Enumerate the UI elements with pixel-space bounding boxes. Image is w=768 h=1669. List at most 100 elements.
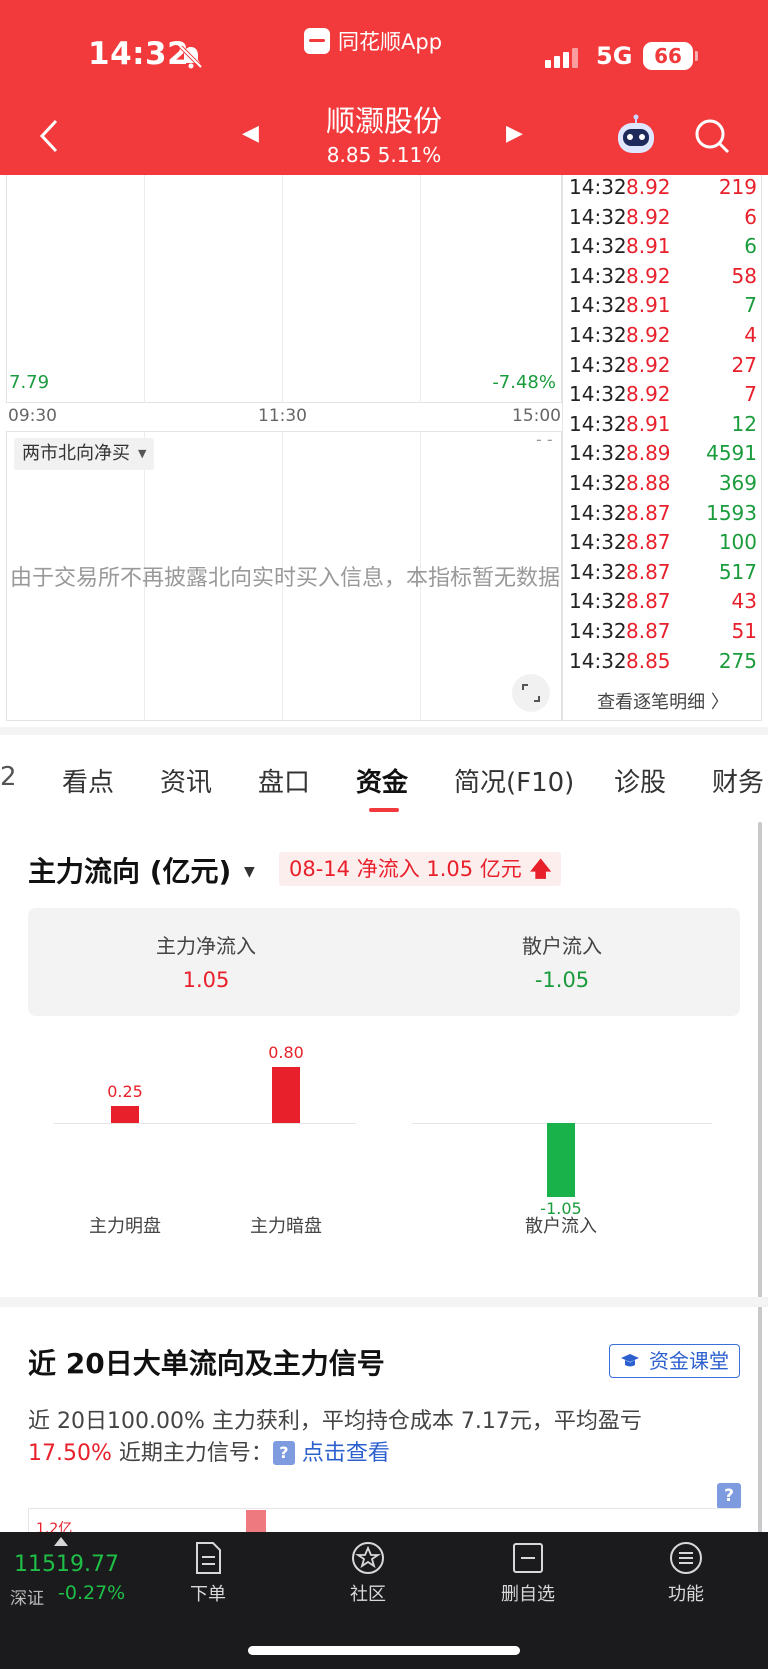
tick-row: 14:32 8.85 275 bbox=[566, 647, 761, 677]
tick-price: 8.87 bbox=[626, 500, 671, 525]
index-value[interactable]: 11519.77 bbox=[14, 1552, 119, 1577]
tick-price: 8.92 bbox=[626, 204, 671, 229]
chevron-down-icon[interactable]: ▼ bbox=[244, 864, 255, 880]
tick-time: 14:32 bbox=[569, 204, 627, 229]
tab-profile[interactable]: 简况(F10) bbox=[454, 762, 574, 799]
tick-volume: 1593 bbox=[706, 500, 757, 525]
bar-category-label: 主力明盘 bbox=[89, 1216, 161, 1237]
tick-time: 14:32 bbox=[569, 263, 627, 288]
tick-price: 8.85 bbox=[626, 648, 671, 673]
price-low-label: 7.79 bbox=[9, 372, 50, 393]
indicator-dropdown[interactable]: 两市北向净买 ▼ bbox=[14, 438, 155, 470]
tick-price: 8.92 bbox=[626, 352, 671, 377]
tick-volume: 4 bbox=[744, 323, 757, 347]
signal-description: 近 20日100.00% 主力获利，平均持仓成本 7.17元，平均盈亏 17.5… bbox=[28, 1409, 642, 1466]
capital-summary: 主力净流入 1.05 散户流入 -1.05 bbox=[28, 908, 740, 1016]
tick-time: 14:32 bbox=[569, 352, 627, 377]
expand-icon[interactable] bbox=[512, 674, 550, 712]
tick-row: 14:32 8.91 6 bbox=[566, 232, 761, 262]
tick-time: 14:32 bbox=[569, 471, 627, 495]
bell-muted-icon bbox=[179, 45, 203, 69]
retail-inflow-value: -1.05 bbox=[534, 968, 590, 992]
back-button[interactable] bbox=[34, 118, 64, 154]
tick-price: 8.91 bbox=[626, 234, 671, 259]
tick-price: 8.87 bbox=[626, 559, 671, 584]
tab-highlights[interactable]: 看点 bbox=[62, 762, 114, 799]
tick-volume: 100 bbox=[718, 530, 757, 555]
app-logo-icon bbox=[304, 28, 330, 54]
stock-title: 顺灏股份 bbox=[325, 104, 442, 138]
no-data-message: 由于交易所不再披露北向实时买入信息，本指标暂无数据 bbox=[10, 566, 561, 591]
divider bbox=[0, 727, 768, 735]
tick-time: 14:32 bbox=[569, 175, 627, 199]
tick-price: 8.91 bbox=[626, 293, 671, 318]
nav-functions[interactable]: 功能 bbox=[636, 1540, 736, 1606]
tab-orderbook[interactable]: 盘口 bbox=[258, 762, 310, 799]
grid-line bbox=[144, 175, 145, 403]
status-time: 14:32 bbox=[88, 36, 190, 72]
time-tick: 15:00 bbox=[512, 406, 561, 426]
tab-capital[interactable]: 资金 bbox=[356, 762, 408, 799]
nav-remove-watchlist[interactable]: 删自选 bbox=[478, 1540, 578, 1606]
tick-row: 14:32 8.91 12 bbox=[566, 410, 761, 440]
tick-price: 8.92 bbox=[626, 382, 671, 407]
home-indicator[interactable] bbox=[248, 1646, 520, 1655]
app-header: 14:32 同花顺App 5G 66 ◀ 顺灏股份 8.85 5.11% ▶ bbox=[0, 0, 768, 175]
tick-time: 14:32 bbox=[569, 500, 627, 525]
bar-category-label: 散户流入 bbox=[525, 1216, 597, 1237]
nav-order[interactable]: 下单 bbox=[158, 1540, 258, 1606]
tick-time: 14:32 bbox=[569, 530, 627, 555]
robot-assistant-icon[interactable] bbox=[614, 114, 658, 158]
tick-time: 14:32 bbox=[569, 648, 627, 673]
stock-tabs: 2 看点 资讯 盘口 资金 简况(F10) 诊股 财务 bbox=[0, 740, 768, 812]
capital-bar-value: 0.25 bbox=[107, 1081, 143, 1101]
tab-prev[interactable]: 2 bbox=[0, 762, 17, 792]
battery-icon: 66 bbox=[643, 42, 698, 70]
tick-time: 14:32 bbox=[569, 382, 627, 407]
retail-inflow-label: 散户流入 bbox=[522, 934, 602, 958]
tab-news[interactable]: 资讯 bbox=[160, 762, 212, 799]
pct-low-label: -7.48% bbox=[492, 372, 556, 393]
grid-line bbox=[420, 175, 421, 403]
search-icon[interactable] bbox=[692, 116, 732, 156]
tick-row: 14:32 8.87 100 bbox=[566, 528, 761, 558]
order-icon bbox=[196, 1542, 221, 1574]
capital-bar bbox=[272, 1067, 300, 1123]
tick-row: 14:32 8.89 4591 bbox=[566, 439, 761, 469]
index-change: -0.27% bbox=[58, 1582, 126, 1604]
tick-row: 14:32 8.87 1593 bbox=[566, 499, 761, 529]
index-name: 深证 bbox=[10, 1589, 44, 1609]
next-stock-button[interactable]: ▶ bbox=[506, 121, 523, 146]
tick-row: 14:32 8.92 27 bbox=[566, 351, 761, 381]
tab-finance[interactable]: 财务 bbox=[712, 762, 764, 799]
tick-time: 14:32 bbox=[569, 619, 627, 643]
tick-row: 14:32 8.92 58 bbox=[566, 262, 761, 292]
view-signal-link[interactable]: 点击查看 bbox=[302, 1441, 390, 1466]
tick-price: 8.87 bbox=[626, 589, 671, 614]
view-tick-detail-link[interactable]: 查看逐笔明细 〉 bbox=[563, 688, 761, 714]
tick-row: 14:32 8.88 369 bbox=[566, 469, 761, 499]
tick-volume: 6 bbox=[744, 204, 757, 229]
tick-row: 14:32 8.87 517 bbox=[566, 558, 761, 588]
tab-diagnosis[interactable]: 诊股 bbox=[614, 762, 666, 799]
help-icon[interactable]: ? bbox=[717, 1483, 741, 1509]
main-inflow-value: 1.05 bbox=[182, 968, 230, 992]
nav-community[interactable]: 社区 bbox=[318, 1540, 418, 1606]
tick-price: 8.89 bbox=[626, 441, 671, 466]
capital-flow-title[interactable]: 主力流向 (亿元) bbox=[28, 850, 231, 890]
chart-baseline bbox=[54, 1123, 356, 1124]
tick-row: 14:32 8.87 43 bbox=[566, 587, 761, 617]
tick-price: 8.88 bbox=[626, 471, 671, 495]
tick-volume: 58 bbox=[731, 263, 757, 288]
tick-volume: 7 bbox=[744, 382, 757, 407]
capital-class-button[interactable]: 资金课堂 bbox=[609, 1344, 740, 1378]
scrollbar[interactable] bbox=[758, 822, 762, 1562]
tick-time: 14:32 bbox=[569, 559, 627, 584]
time-tick: 11:30 bbox=[258, 406, 307, 426]
prev-stock-button[interactable]: ◀ bbox=[242, 121, 259, 146]
trade-ticks-list[interactable]: 14:32 8.92 219 14:32 8.92 6 14:32 8.91 6 14:32 8.9… bbox=[562, 175, 762, 721]
active-tab-indicator bbox=[369, 808, 399, 812]
tick-volume: 6 bbox=[744, 234, 757, 259]
help-icon[interactable]: ? bbox=[272, 1441, 295, 1465]
expand-up-icon[interactable] bbox=[54, 1537, 68, 1546]
